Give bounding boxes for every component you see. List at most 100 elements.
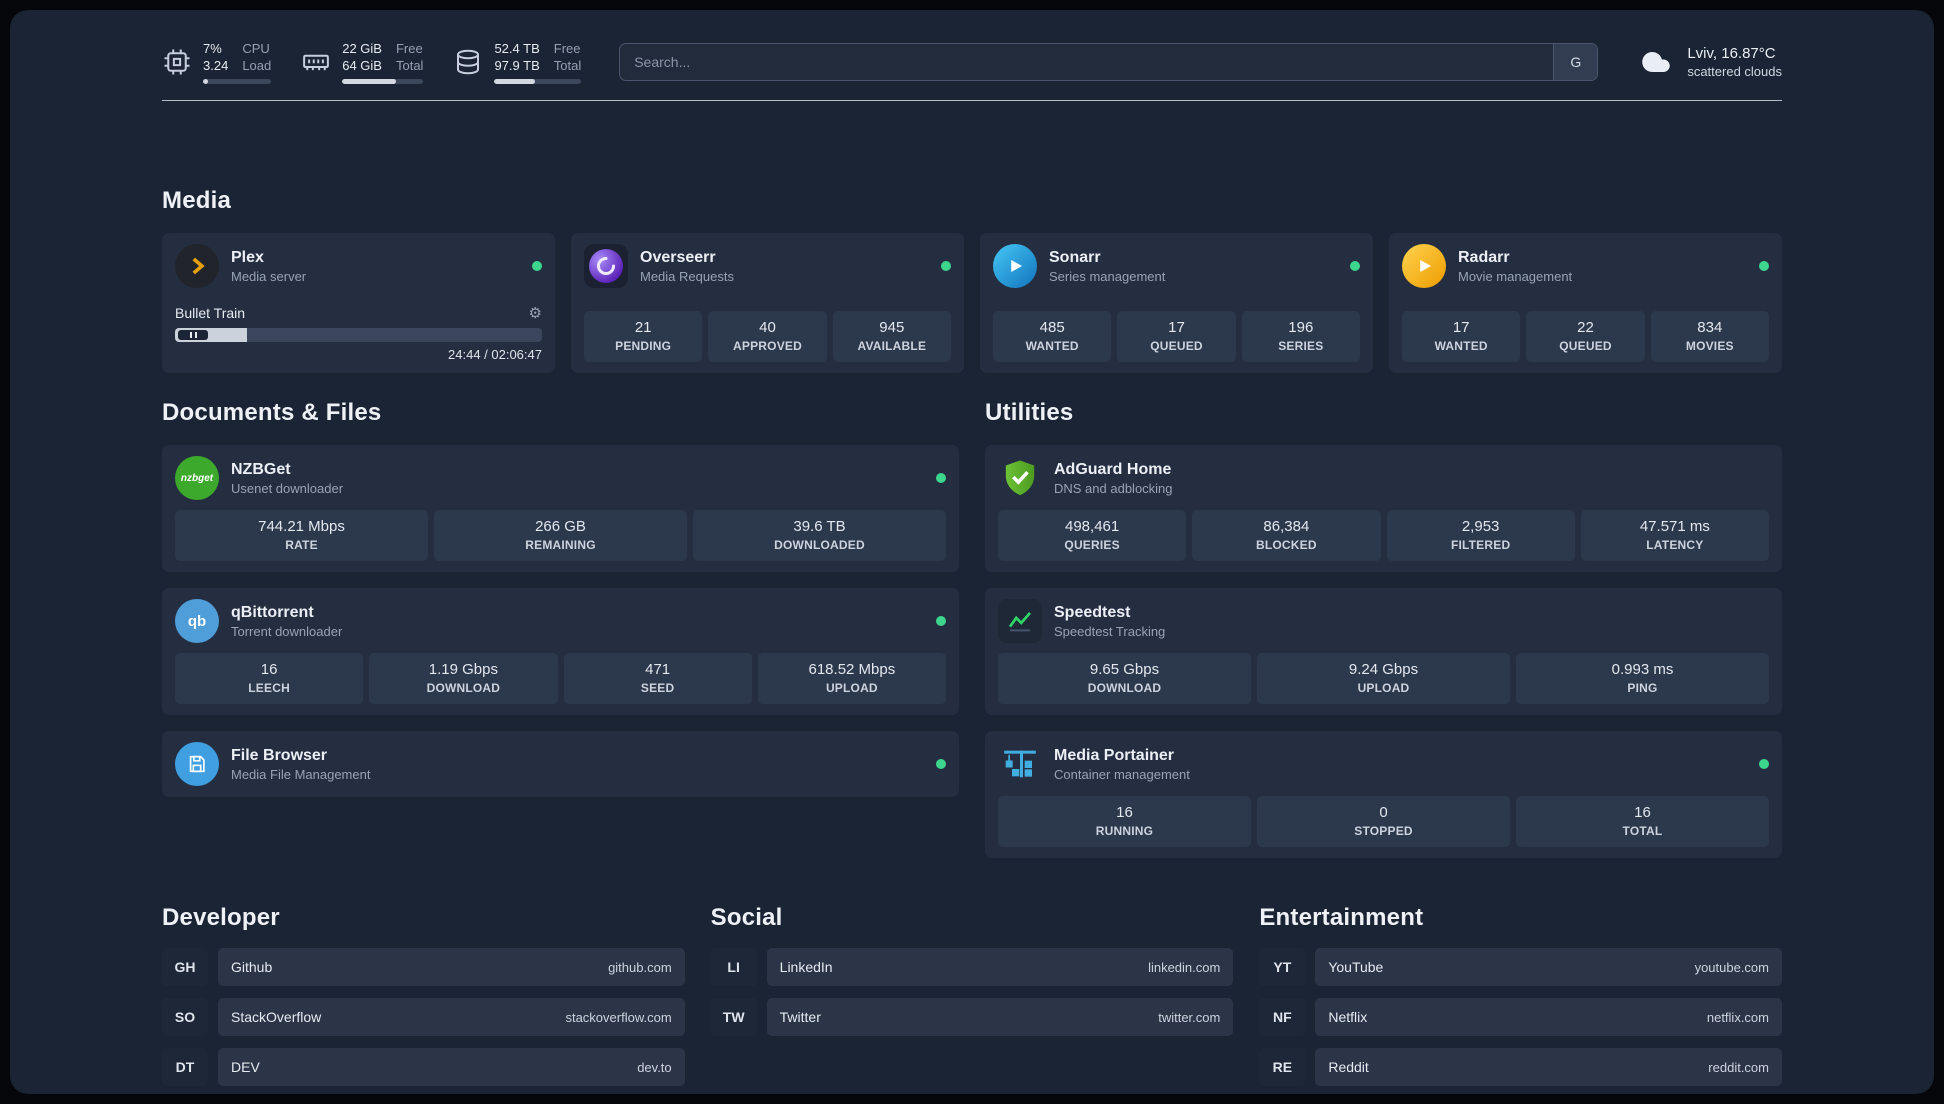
stat-tile: 471 SEED	[563, 653, 752, 704]
bookmark-dev[interactable]: DT DEV dev.to	[162, 1048, 685, 1086]
header: 7% 3.24 CPU Load 22 GiB 64 GiB Free Tota…	[162, 40, 1782, 84]
media-grid: Plex Media server Bullet Train ⚙ 24:44 /…	[162, 233, 1782, 373]
bookmark-stackoverflow[interactable]: SO StackOverflow stackoverflow.com	[162, 998, 685, 1036]
stat-tile: 17 WANTED	[1402, 311, 1521, 362]
now-playing: Bullet Train ⚙ 24:44 / 02:06:47	[175, 305, 542, 362]
stat-tile: 945 AVAILABLE	[832, 311, 951, 362]
ram-label-top: Free	[395, 41, 423, 56]
app-subtitle: Media File Management	[231, 766, 371, 782]
stat-tile: 22 QUEUED	[1526, 311, 1645, 362]
app-name: Overseerr	[640, 248, 716, 266]
bookmark-group-developer: Developer GH Github github.com SO StackO…	[162, 904, 685, 1094]
ram-progress-bar	[342, 79, 424, 84]
section-title-documents: Documents & Files	[162, 399, 382, 426]
adguard-icon	[998, 456, 1042, 500]
cloud-icon	[1642, 52, 1671, 72]
bookmark-group-social: Social LI LinkedIn linkedin.com TW Twitt…	[710, 904, 1234, 1094]
app-card-overseerr[interactable]: Overseerr Media Requests 21 PENDING 40 A…	[571, 233, 964, 373]
app-name: Plex	[231, 248, 264, 266]
stat-tile: 16 RUNNING	[998, 796, 1251, 847]
bookmark-abbr: YT	[1259, 948, 1306, 986]
bookmark-url: github.com	[608, 959, 672, 975]
stat-tile: 40 APPROVED	[708, 311, 827, 362]
stats-row: 485 WANTED 17 QUEUED 196 SERIES	[993, 311, 1360, 362]
speedtest-icon	[998, 599, 1042, 643]
app-card-nzbget[interactable]: nzbget NZBGet Usenet downloader 744.21 M…	[162, 445, 959, 572]
stats-row: 498,461 QUERIES 86,384 BLOCKED 2,953 FIL…	[998, 510, 1769, 561]
disk-sub-value: 97.9 TB	[494, 58, 540, 73]
app-card-adguard[interactable]: AdGuard Home DNS and adblocking 498,461 …	[985, 445, 1782, 572]
status-dot	[532, 261, 542, 271]
weather-widget: Lviv, 16.87°C scattered clouds	[1636, 44, 1782, 80]
bookmark-url: reddit.com	[1708, 1059, 1769, 1075]
stat-tile: 47.571 ms LATENCY	[1580, 510, 1769, 561]
app-name: File Browser	[231, 746, 328, 764]
stat-tile: 16 TOTAL	[1516, 796, 1769, 847]
bookmark-youtube[interactable]: YT YouTube youtube.com	[1259, 948, 1782, 986]
middle-columns: Documents & Files nzbget NZBGet Usenet d…	[162, 399, 1782, 874]
disk-progress-bar	[494, 79, 582, 84]
stat-tile: 0.993 ms PING	[1516, 653, 1769, 704]
playback-progress-bar	[175, 328, 542, 342]
bookmark-url: stackoverflow.com	[565, 1009, 672, 1025]
ram-metric: 22 GiB 64 GiB Free Total	[301, 40, 424, 84]
bookmark-linkedin[interactable]: LI LinkedIn linkedin.com	[710, 948, 1234, 986]
app-card-speedtest[interactable]: Speedtest Speedtest Tracking 9.65 Gbps D…	[985, 588, 1782, 715]
bookmark-abbr: GH	[162, 948, 208, 986]
portainer-icon	[998, 742, 1042, 786]
bookmark-github[interactable]: GH Github github.com	[162, 948, 685, 986]
app-card-portainer[interactable]: Media Portainer Container management 16 …	[985, 731, 1782, 858]
status-dot	[936, 759, 946, 769]
bookmark-url: netflix.com	[1706, 1009, 1769, 1025]
search-engine-button[interactable]: G	[1553, 44, 1598, 80]
bookmark-name: LinkedIn	[779, 959, 833, 975]
stats-row: 17 WANTED 22 QUEUED 834 MOVIES	[1402, 311, 1769, 362]
filebrowser-icon	[175, 742, 219, 786]
stat-tile: 485 WANTED	[993, 311, 1112, 362]
cpu-value: 7%	[203, 41, 222, 56]
stat-tile: 266 GB REMAINING	[434, 510, 687, 561]
app-card-sonarr[interactable]: Sonarr Series management 485 WANTED 17 Q…	[980, 233, 1373, 373]
bookmark-abbr: RE	[1259, 1048, 1306, 1086]
stat-tile: 2,953 FILTERED	[1386, 510, 1575, 561]
cpu-label-bottom: Load	[242, 58, 272, 73]
stats-row: 16 LEECH 1.19 Gbps DOWNLOAD 471 SEED 618…	[175, 653, 946, 704]
stat-tile: 834 MOVIES	[1650, 311, 1769, 362]
bookmark-name: StackOverflow	[231, 1009, 322, 1025]
ram-icon	[303, 54, 330, 71]
app-subtitle: Torrent downloader	[231, 623, 343, 639]
bookmark-name: YouTube	[1328, 959, 1384, 975]
section-title-utilities: Utilities	[985, 399, 1074, 426]
app-card-qbittorrent[interactable]: qb qBittorrent Torrent downloader 16 LEE…	[162, 588, 959, 715]
cpu-progress-fill	[203, 79, 208, 84]
stats-row: 744.21 Mbps RATE 266 GB REMAINING 39.6 T…	[175, 510, 946, 561]
disk-metric: 52.4 TB 97.9 TB Free Total	[453, 40, 582, 84]
stat-tile: 9.65 Gbps DOWNLOAD	[998, 653, 1251, 704]
app-card-plex[interactable]: Plex Media server Bullet Train ⚙ 24:44 /…	[162, 233, 555, 373]
bookmark-name: Reddit	[1328, 1059, 1369, 1075]
header-divider	[162, 100, 1782, 101]
cpu-metric: 7% 3.24 CPU Load	[162, 40, 272, 84]
plex-icon	[175, 244, 219, 288]
bookmark-twitter[interactable]: TW Twitter twitter.com	[710, 998, 1234, 1036]
app-subtitle: Usenet downloader	[231, 480, 344, 496]
bookmark-url: dev.to	[637, 1059, 672, 1075]
search-bar[interactable]: G	[619, 43, 1599, 81]
disk-value: 52.4 TB	[494, 41, 540, 56]
bookmark-reddit[interactable]: RE Reddit reddit.com	[1259, 1048, 1782, 1086]
stat-tile: 744.21 Mbps RATE	[175, 510, 428, 561]
app-card-filebrowser[interactable]: File Browser Media File Management	[162, 731, 959, 797]
ram-progress-fill	[342, 79, 396, 84]
bookmark-abbr: TW	[710, 998, 757, 1036]
app-subtitle: Container management	[1054, 766, 1190, 782]
stats-row: 9.65 Gbps DOWNLOAD 9.24 Gbps UPLOAD 0.99…	[998, 653, 1769, 704]
app-card-radarr[interactable]: Radarr Movie management 17 WANTED 22 QUE…	[1389, 233, 1782, 373]
search-input[interactable]	[620, 54, 1554, 70]
app-subtitle: Media Requests	[640, 268, 734, 284]
app-name: Radarr	[1458, 248, 1510, 266]
status-dot	[936, 473, 946, 483]
bookmark-netflix[interactable]: NF Netflix netflix.com	[1259, 998, 1782, 1036]
bookmark-name: Github	[231, 959, 273, 975]
settings-gear-icon[interactable]: ⚙	[529, 306, 542, 321]
resource-metrics: 7% 3.24 CPU Load 22 GiB 64 GiB Free Tota…	[162, 40, 582, 84]
